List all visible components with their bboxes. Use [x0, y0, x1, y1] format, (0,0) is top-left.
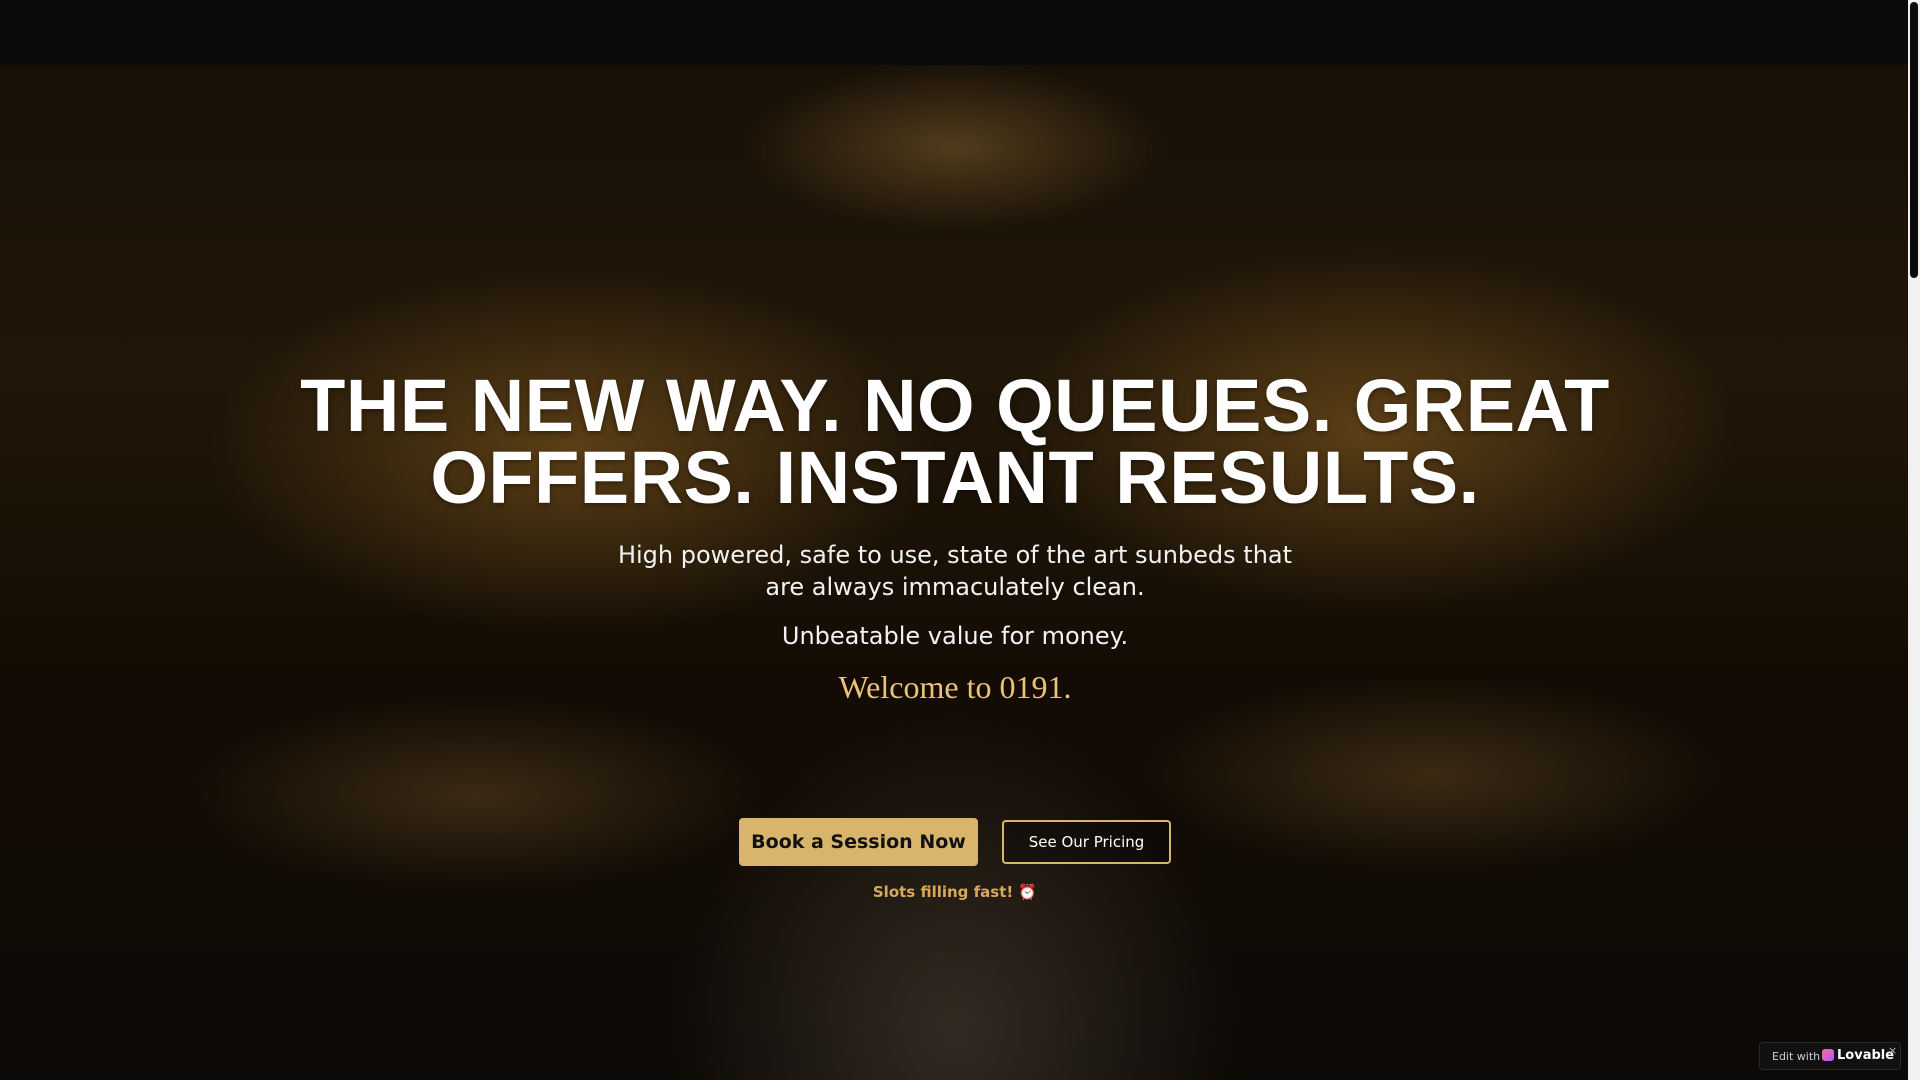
page: THE NEW WAY. NO QUEUES. GREAT OFFERS. IN…	[0, 0, 1920, 1080]
book-session-button[interactable]: Book a Session Now	[739, 818, 978, 866]
close-icon[interactable]: ×	[1888, 1044, 1897, 1057]
hero-welcome: Welcome to 0191.	[838, 669, 1072, 705]
hero-section: THE NEW WAY. NO QUEUES. GREAT OFFERS. IN…	[0, 65, 1908, 1080]
edit-with-lovable-badge[interactable]: Edit with Lovable ×	[1759, 1042, 1901, 1070]
top-nav-bar	[0, 0, 1908, 65]
badge-brand-name: Lovable	[1837, 1048, 1895, 1063]
hero-headline: THE NEW WAY. NO QUEUES. GREAT OFFERS. IN…	[300, 364, 1610, 519]
badge-edit-label: Edit with	[1772, 1050, 1821, 1063]
scrollbar-thumb[interactable]	[1910, 2, 1918, 278]
hero-content: THE NEW WAY. NO QUEUES. GREAT OFFERS. IN…	[0, 65, 1908, 1080]
urgency-note: Slots filling fast! ⏰	[872, 883, 1038, 901]
page-scrollbar[interactable]	[1908, 0, 1920, 1080]
hero-value-line: Unbeatable value for money.	[781, 622, 1129, 650]
hero-subtitle: High powered, safe to use, state of the …	[617, 541, 1293, 601]
see-pricing-button[interactable]: See Our Pricing	[1002, 820, 1171, 864]
lovable-heart-icon	[1822, 1049, 1834, 1061]
